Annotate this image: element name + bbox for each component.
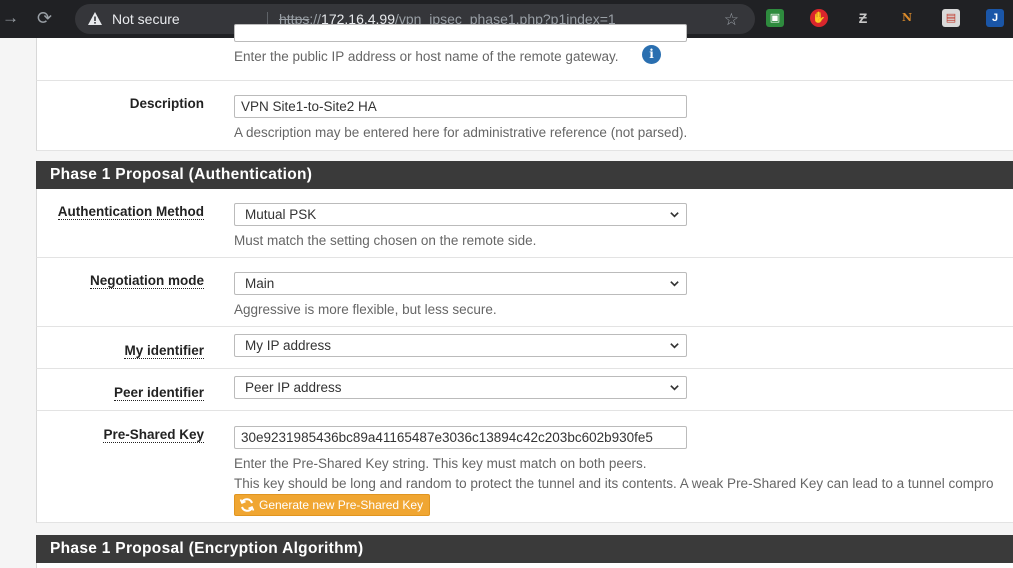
adblock-icon[interactable]: ✋ — [810, 9, 828, 27]
description-input[interactable]: VPN Site1-to-Site2 HA — [234, 95, 687, 118]
extension-j-icon[interactable]: J — [986, 9, 1004, 27]
psk-help-line1: Enter the Pre-Shared Key string. This ke… — [234, 456, 647, 471]
extension-green-icon[interactable]: ▣ — [766, 9, 784, 27]
generate-psk-label: Generate new Pre-Shared Key — [259, 498, 424, 512]
remote-gateway-input[interactable] — [234, 24, 687, 42]
psk-help-line2: This key should be long and random to pr… — [234, 476, 994, 491]
psk-input[interactable]: 30e9231985436bc89a41165487e3036c13894c42… — [234, 426, 687, 449]
negotiation-mode-row: Negotiation mode Main Aggressive is more… — [36, 258, 1013, 327]
negotiation-mode-label[interactable]: Negotiation mode — [90, 273, 204, 289]
security-label[interactable]: Not secure — [112, 11, 180, 27]
extension-n-icon[interactable]: N — [898, 9, 916, 27]
psk-row: Pre-Shared Key 30e9231985436bc89a4116548… — [36, 411, 1013, 523]
auth-method-row: Authentication Method Mutual PSK Must ma… — [36, 189, 1013, 258]
negotiation-mode-value: Main — [245, 276, 275, 291]
section-header-authentication: Phase 1 Proposal (Authentication) — [36, 161, 1013, 189]
page-gutter — [0, 38, 36, 568]
negotiation-mode-select[interactable]: Main — [234, 272, 687, 295]
my-identifier-label[interactable]: My identifier — [124, 343, 204, 359]
remote-gateway-help: Enter the public IP address or host name… — [234, 49, 619, 64]
bookmark-star-icon[interactable]: ☆ — [724, 10, 739, 30]
auth-method-value: Mutual PSK — [245, 207, 317, 222]
description-help: A description may be entered here for ad… — [234, 125, 688, 140]
section-spacer — [36, 151, 1013, 161]
peer-identifier-value: Peer IP address — [245, 380, 342, 395]
auth-method-help: Must match the setting chosen on the rem… — [234, 233, 537, 248]
chevron-down-icon — [670, 212, 679, 218]
generate-psk-button[interactable]: Generate new Pre-Shared Key — [234, 494, 431, 516]
psk-label[interactable]: Pre-Shared Key — [103, 427, 204, 443]
my-identifier-select[interactable]: My IP address — [234, 334, 687, 357]
my-identifier-value: My IP address — [245, 338, 332, 353]
auth-method-label[interactable]: Authentication Method — [57, 204, 204, 220]
auth-method-select[interactable]: Mutual PSK — [234, 203, 687, 226]
remote-gateway-row: Enter the public IP address or host name… — [36, 24, 1013, 81]
info-icon[interactable]: i — [642, 45, 661, 64]
reload-icon[interactable]: ⟳ — [37, 9, 52, 27]
warning-icon[interactable] — [87, 11, 103, 27]
forward-icon[interactable]: → — [2, 9, 19, 27]
peer-identifier-row: Peer identifier Peer IP address — [36, 369, 1013, 411]
peer-identifier-select[interactable]: Peer IP address — [234, 376, 687, 399]
chevron-down-icon — [670, 281, 679, 287]
section-header-encryption: Phase 1 Proposal (Encryption Algorithm) — [36, 535, 1013, 563]
description-row: Description VPN Site1-to-Site2 HA A desc… — [36, 81, 1013, 151]
chevron-down-icon — [670, 343, 679, 349]
refresh-icon — [239, 498, 255, 512]
description-label: Description — [129, 96, 204, 111]
extension-z-icon[interactable]: Ƶ — [854, 9, 872, 27]
section-spacer — [36, 523, 1013, 535]
extension-window-icon[interactable]: ▤ — [942, 9, 960, 27]
negotiation-mode-help: Aggressive is more flexible, but less se… — [234, 302, 497, 317]
peer-identifier-label[interactable]: Peer identifier — [113, 385, 204, 401]
encryption-panel — [36, 563, 1013, 568]
chevron-down-icon — [670, 385, 679, 391]
my-identifier-row: My identifier My IP address — [36, 327, 1013, 369]
